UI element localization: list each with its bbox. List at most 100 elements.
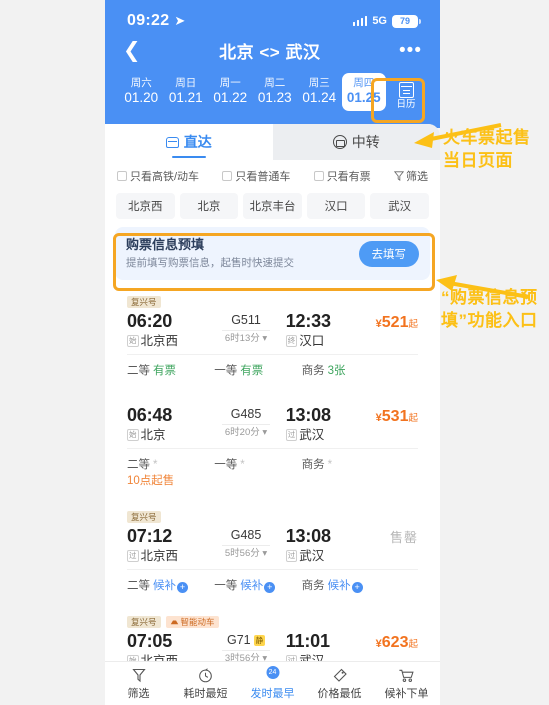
price-value: 531 (381, 408, 409, 425)
seat-name: 一等 (214, 365, 238, 377)
filter-button[interactable]: 筛选 (394, 168, 428, 184)
transfer-icon (332, 135, 347, 149)
arrival-time: 12:33 (285, 311, 331, 331)
back-button[interactable]: ❮ (123, 40, 141, 61)
tab-direct[interactable]: 直达 (105, 124, 273, 160)
duration-divider (222, 330, 270, 331)
promo-title: 购票信息预填 (126, 237, 205, 252)
departure-station: 始 北京 (127, 426, 206, 444)
smart-train-icon (170, 620, 178, 625)
price-value: 521 (381, 314, 409, 331)
calendar-label: 日历 (396, 99, 416, 110)
date-value: 01.22 (213, 90, 248, 105)
arrival-time: 13:08 (285, 405, 331, 425)
departure-time: 07:05 (127, 631, 173, 651)
add-waitlist-icon[interactable]: + (177, 582, 188, 593)
annotation-line: 火车票起售 (443, 128, 531, 147)
seat-name: 二等 (127, 365, 150, 377)
seat-name: 商务 (301, 580, 325, 592)
price-block: ¥623起 (349, 630, 418, 655)
duration[interactable]: 5时56分 ▾ (206, 547, 285, 561)
station-chip-3[interactable]: 汉口 (306, 193, 366, 219)
station-chip-0[interactable]: 北京西 (116, 193, 175, 219)
filter-row: 只看高铁/动车 只看普通车 只看有票 筛选 (105, 160, 440, 188)
seat-status: 有票 (153, 365, 176, 377)
calendar-button[interactable]: 日历 (386, 82, 426, 111)
checkbox-available[interactable]: 只看有票 (313, 168, 371, 184)
checkbox-highspeed[interactable]: 只看高铁/动车 (117, 168, 199, 184)
annotation-text-2: “购票信息预 填”功能入口 (441, 286, 538, 332)
bottom-nav-lowest-price[interactable]: 价格最低 (306, 667, 373, 701)
station-name: 武汉 (299, 549, 325, 563)
train-main-row: 07:12 过 北京西 G485 5时56分 ▾ 13:08 过 武汉 售罄 (127, 524, 418, 569)
station-badge: 过 (285, 429, 298, 441)
train-card[interactable]: 复兴号 06:20 始 北京西 G511 6时13分 ▾ 12:33 终 汉口 … (115, 288, 430, 386)
train-tags: 复兴号 (127, 509, 418, 524)
departure-station: 始 北京西 (127, 332, 206, 350)
bottom-nav-earliest[interactable]: 24 发时最早 (239, 665, 306, 701)
station-name: 北京西 (140, 334, 179, 348)
train-card[interactable]: 06:48 始 北京 G485 6时20分 ▾ 13:08 过 武汉 ¥531起… (115, 393, 430, 496)
bottom-nav-shortest[interactable]: 耗时最短 (172, 667, 239, 701)
seat-status: 有票 (240, 365, 264, 377)
seat-status: 候补 (153, 580, 176, 592)
station-name: 北京西 (140, 549, 179, 563)
train-list: 复兴号 06:20 始 北京西 G511 6时13分 ▾ 12:33 终 汉口 … (105, 288, 440, 674)
page-title: 北京 <> 武汉 (219, 43, 321, 62)
date-tab-2[interactable]: 周一 01.22 (208, 73, 253, 111)
date-tab-5-selected[interactable]: 周四 01.25 (341, 73, 386, 111)
seat-class[interactable]: 二等 候补 + (127, 577, 214, 593)
seat-class[interactable]: 商务 候补 + (302, 577, 389, 593)
content-sheet: 直达 中转 只看高铁/动车 只看普通车 只看有票 筛选 北京西 北京 北京丰台 … (105, 124, 440, 705)
filter-label: 筛选 (406, 171, 428, 183)
train-number: G511 (231, 313, 261, 327)
seat-status: * (240, 459, 245, 471)
date-weekday: 周一 (219, 77, 241, 89)
station-chip-1[interactable]: 北京 (179, 193, 239, 219)
seat-class[interactable]: 一等 有票 (214, 362, 301, 378)
arrival-time: 11:01 (285, 631, 330, 651)
add-waitlist-icon[interactable]: + (351, 582, 363, 593)
promo-fill-button[interactable]: 去填写 (358, 240, 419, 267)
price-block: ¥521起 (349, 310, 418, 335)
station-chip-4[interactable]: 武汉 (370, 193, 429, 219)
duration[interactable]: 6时13分 ▾ (206, 332, 285, 346)
tab-transfer[interactable]: 中转 (272, 124, 440, 160)
status-bar-right: 5G 79 (352, 14, 421, 28)
sold-out-label: 售罄 (389, 530, 418, 545)
seat-class[interactable]: 商务 3张 (302, 362, 389, 378)
location-arrow-icon: ➤ (174, 13, 186, 28)
date-tab-1[interactable]: 周日 01.21 (164, 73, 209, 111)
checkbox-normal[interactable]: 只看普通车 (222, 168, 290, 184)
duration[interactable]: 6时20分 ▾ (206, 426, 285, 440)
bottom-nav-waitlist-order[interactable]: 候补下单 (373, 667, 440, 701)
departure-time: 07:12 (127, 526, 173, 546)
annotation-line: “购票信息预 (441, 288, 538, 307)
prefill-promo-banner[interactable]: 购票信息预填 提前填写购票信息，起售时快速提交 去填写 (115, 227, 430, 280)
date-tab-4[interactable]: 周三 01.24 (297, 73, 342, 111)
seat-status: * (327, 459, 333, 471)
seat-status: 3张 (327, 365, 346, 377)
add-waitlist-icon[interactable]: + (264, 582, 276, 593)
seat-class[interactable]: 一等 候补 + (214, 577, 301, 593)
seat-classes: 二等 * 一等 * 商务 * (127, 449, 418, 474)
seat-class[interactable]: 二等 有票 (127, 362, 214, 378)
date-tab-0[interactable]: 周六 01.20 (119, 73, 164, 111)
checkbox-box (222, 171, 233, 181)
more-options-button[interactable]: ••• (399, 40, 422, 60)
tab-transfer-label: 中转 (351, 134, 380, 150)
station-chip-2[interactable]: 北京丰台 (243, 193, 302, 219)
annotation-line: 当日页面 (443, 151, 513, 170)
date-tab-3[interactable]: 周二 01.23 (253, 73, 298, 111)
date-weekday: 周三 (308, 77, 330, 89)
navigation-bar: ❮ 北京 <> 武汉 ••• (105, 32, 440, 63)
departure-station: 过 北京西 (127, 547, 206, 565)
price-value: 623 (381, 634, 409, 651)
status-bar: 09:22 ➤ 5G 79 (105, 0, 440, 32)
seat-status: 候补 (327, 580, 351, 592)
arrival-station: 终 汉口 (285, 332, 349, 350)
bottom-nav-filter[interactable]: 筛选 (105, 667, 172, 701)
status-bar-left: 09:22 ➤ (127, 12, 185, 30)
presale-notice: 10点起售 (127, 475, 175, 487)
train-card[interactable]: 复兴号 07:12 过 北京西 G485 5时56分 ▾ 13:08 过 武汉 … (115, 503, 430, 601)
